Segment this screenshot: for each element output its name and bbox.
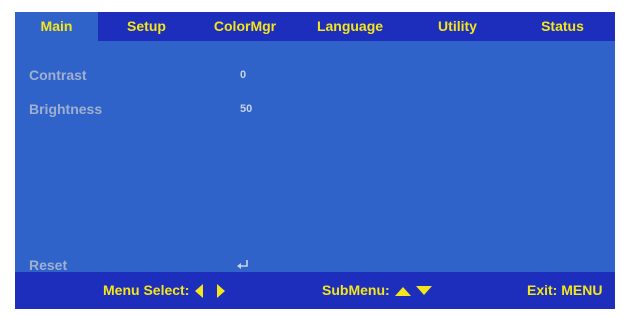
osd-menu: Main Setup ColorMgr Language Utility Sta… [15,12,615,309]
tab-main[interactable]: Main [15,12,98,41]
brightness-row[interactable]: Brightness 50 [15,98,615,120]
footer-bar: Menu Select: SubMenu: Exit: MENU [15,272,615,309]
right-arrow-icon [217,284,226,299]
contrast-label: Contrast [29,67,87,83]
brightness-value: 50 [240,103,253,115]
tab-colormgr[interactable]: ColorMgr [195,12,295,41]
enter-icon [237,260,248,269]
tab-utility[interactable]: Utility [405,12,510,41]
brightness-label: Brightness [29,101,103,117]
submenu-hint: SubMenu: [322,272,433,309]
menu-select-hint: Menu Select: [103,272,227,309]
up-arrow-icon [394,287,411,297]
menu-select-label: Menu Select: [103,282,190,298]
tab-status[interactable]: Status [510,12,615,41]
submenu-label: SubMenu: [322,282,390,298]
tab-setup[interactable]: Setup [98,12,195,41]
down-arrow-icon [416,286,433,296]
contrast-value: 0 [240,69,247,81]
exit-hint: Exit: MENU [527,282,603,298]
tab-bar: Main Setup ColorMgr Language Utility Sta… [15,12,615,41]
left-arrow-icon [195,284,204,299]
tab-language[interactable]: Language [295,12,405,41]
contrast-row[interactable]: Contrast 0 [15,64,615,86]
